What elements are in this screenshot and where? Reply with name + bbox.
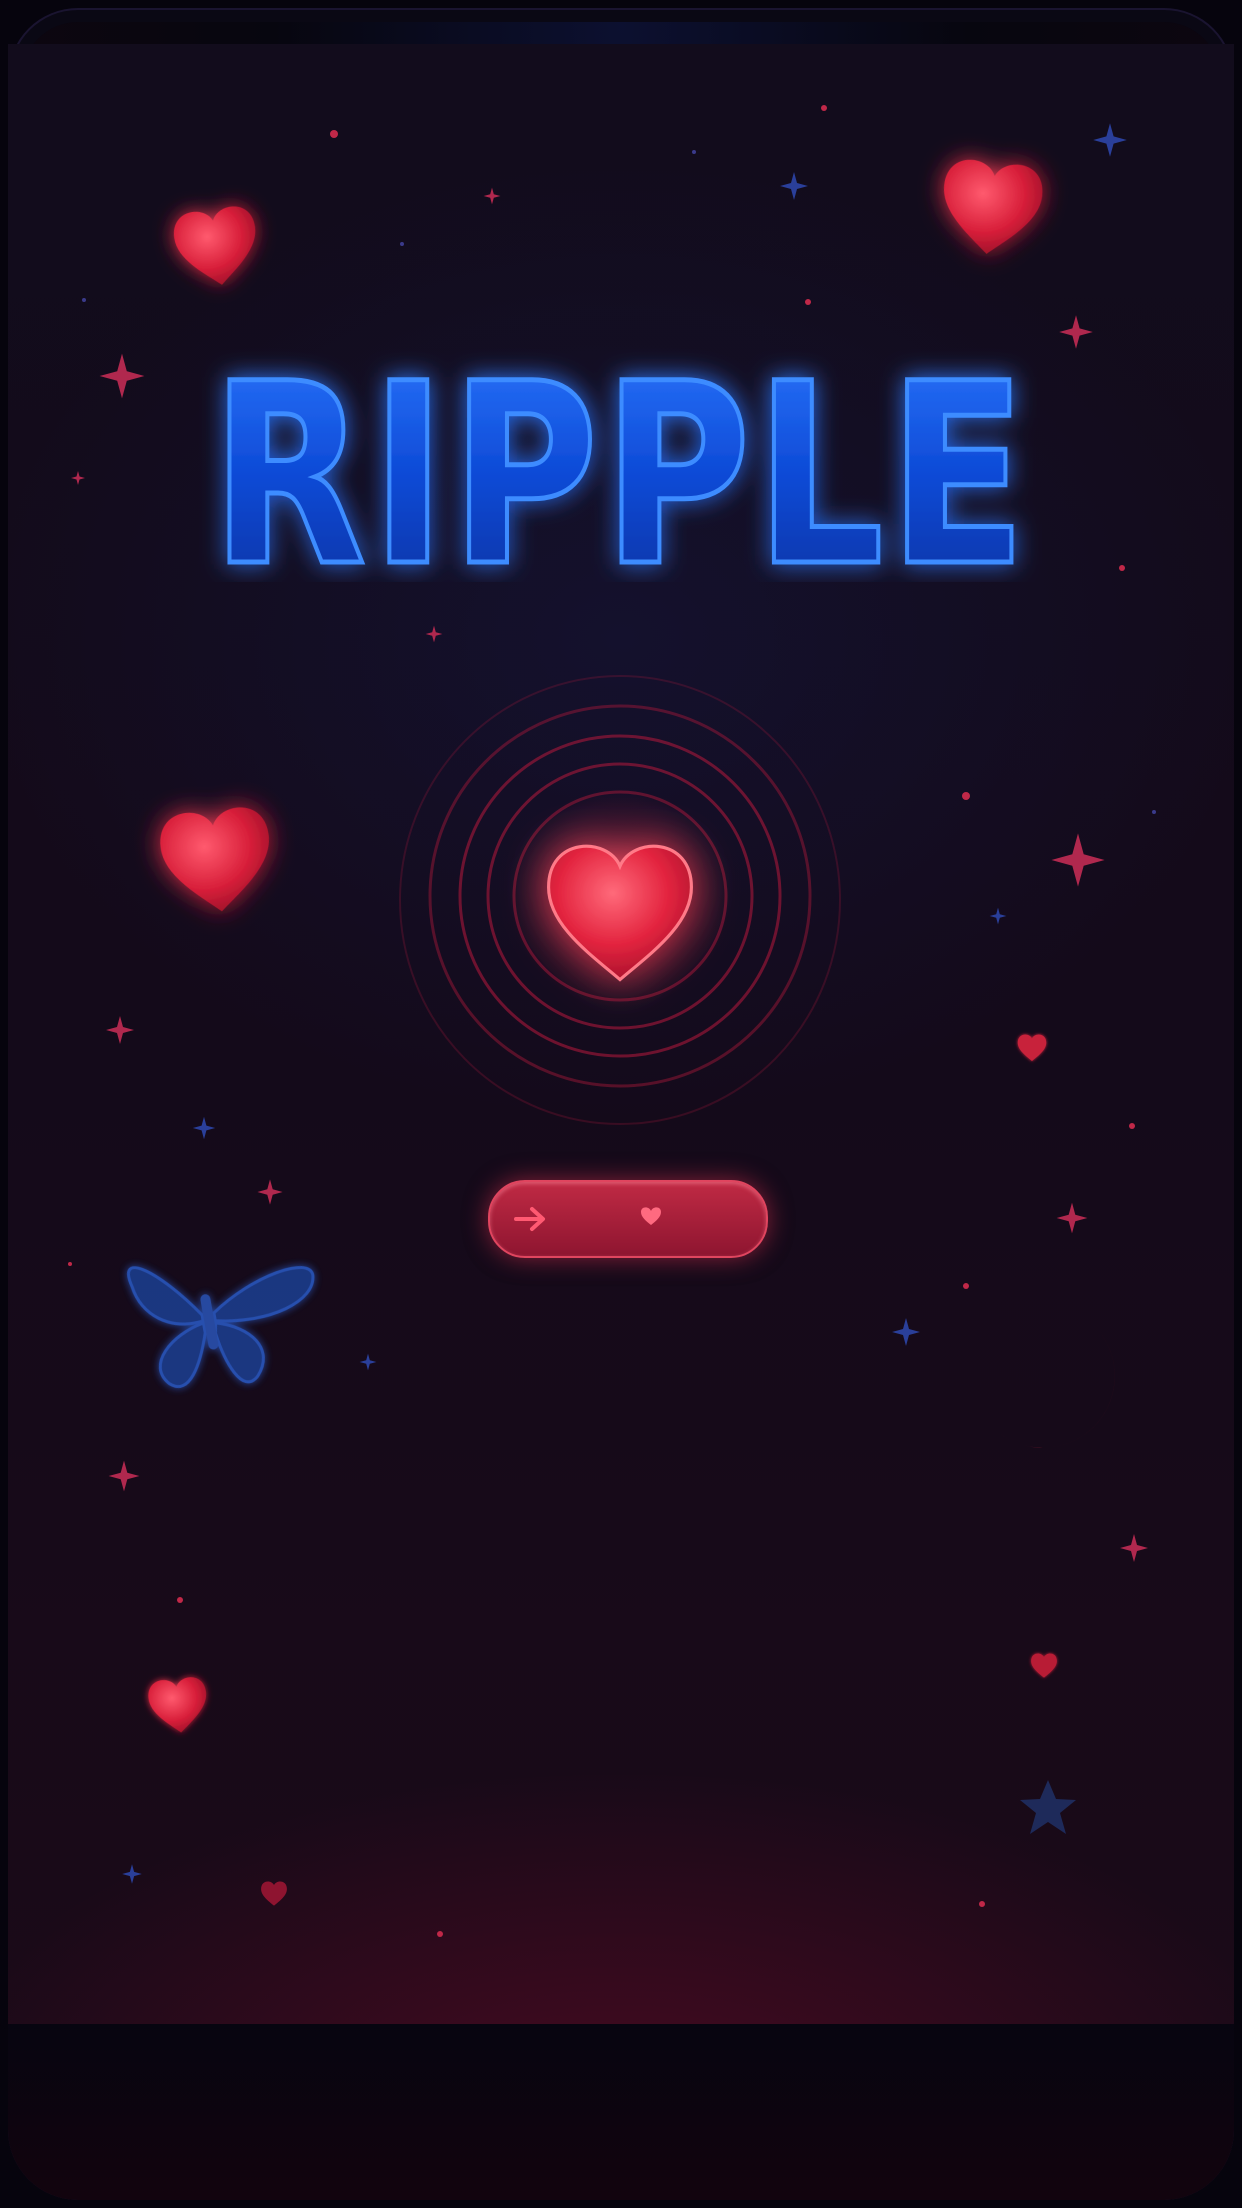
game-title: RIPPLE bbox=[0, 322, 1242, 583]
heart-icon bbox=[171, 203, 263, 291]
heart-icon bbox=[261, 1881, 287, 1906]
heart-icon bbox=[146, 1675, 210, 1736]
heart-icon bbox=[1017, 1034, 1047, 1062]
heart-icon bbox=[157, 804, 277, 917]
star-icon bbox=[1020, 1780, 1076, 1834]
start-button-label bbox=[490, 1182, 766, 1256]
butterfly-icon bbox=[127, 1266, 315, 1388]
game-title-text: RIPPLE bbox=[211, 330, 1031, 582]
crescent-moon-icon bbox=[998, 1320, 1115, 1448]
ripple-target[interactable] bbox=[364, 628, 888, 1128]
home-indicator-area bbox=[8, 2024, 1234, 2200]
heart-icon bbox=[937, 157, 1046, 260]
heart-icon bbox=[1031, 1653, 1057, 1678]
start-button[interactable] bbox=[488, 1180, 768, 1258]
